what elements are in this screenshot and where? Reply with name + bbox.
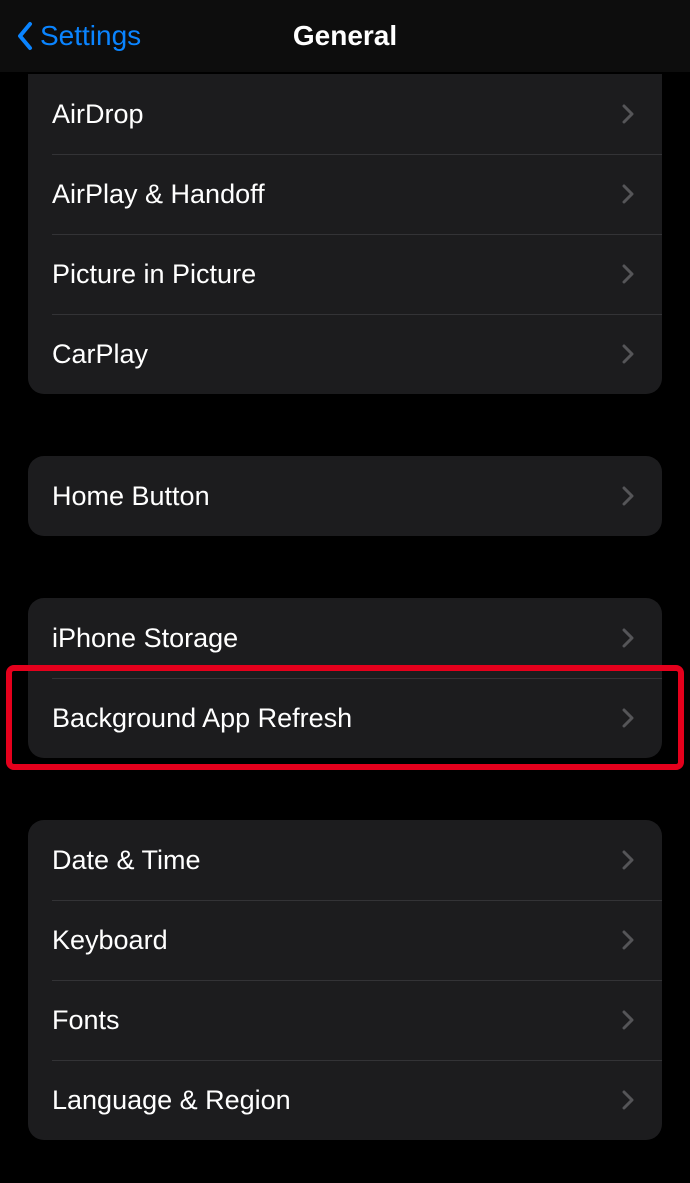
page-title: General <box>293 20 397 52</box>
row-label: Fonts <box>52 1005 120 1036</box>
row-picture-in-picture[interactable]: Picture in Picture <box>28 234 662 314</box>
row-date-time[interactable]: Date & Time <box>28 820 662 900</box>
chevron-right-icon <box>620 626 636 650</box>
settings-group-1: AirDrop AirPlay & Handoff Picture in Pic… <box>28 74 662 394</box>
row-language-region[interactable]: Language & Region <box>28 1060 662 1140</box>
chevron-left-icon <box>16 21 34 51</box>
row-airdrop[interactable]: AirDrop <box>28 74 662 154</box>
row-label: iPhone Storage <box>52 623 238 654</box>
chevron-right-icon <box>620 182 636 206</box>
row-label: Home Button <box>52 481 210 512</box>
chevron-right-icon <box>620 706 636 730</box>
settings-group-2: Home Button <box>28 456 662 536</box>
row-carplay[interactable]: CarPlay <box>28 314 662 394</box>
chevron-right-icon <box>620 484 636 508</box>
chevron-right-icon <box>620 848 636 872</box>
row-label: AirPlay & Handoff <box>52 179 265 210</box>
back-button[interactable]: Settings <box>0 20 141 52</box>
row-label: CarPlay <box>52 339 148 370</box>
row-airplay-handoff[interactable]: AirPlay & Handoff <box>28 154 662 234</box>
row-background-app-refresh[interactable]: Background App Refresh <box>28 678 662 758</box>
row-keyboard[interactable]: Keyboard <box>28 900 662 980</box>
settings-group-3: iPhone Storage Background App Refresh <box>28 598 662 758</box>
row-label: AirDrop <box>52 99 144 130</box>
chevron-right-icon <box>620 1088 636 1112</box>
chevron-right-icon <box>620 928 636 952</box>
chevron-right-icon <box>620 262 636 286</box>
settings-group-4: Date & Time Keyboard Fonts Language & Re… <box>28 820 662 1140</box>
row-home-button[interactable]: Home Button <box>28 456 662 536</box>
row-fonts[interactable]: Fonts <box>28 980 662 1060</box>
row-label: Picture in Picture <box>52 259 256 290</box>
navigation-bar: Settings General <box>0 0 690 72</box>
row-label: Date & Time <box>52 845 201 876</box>
chevron-right-icon <box>620 102 636 126</box>
chevron-right-icon <box>620 342 636 366</box>
back-label: Settings <box>40 20 141 52</box>
row-iphone-storage[interactable]: iPhone Storage <box>28 598 662 678</box>
row-label: Language & Region <box>52 1085 291 1116</box>
row-label: Background App Refresh <box>52 703 352 734</box>
chevron-right-icon <box>620 1008 636 1032</box>
row-label: Keyboard <box>52 925 168 956</box>
